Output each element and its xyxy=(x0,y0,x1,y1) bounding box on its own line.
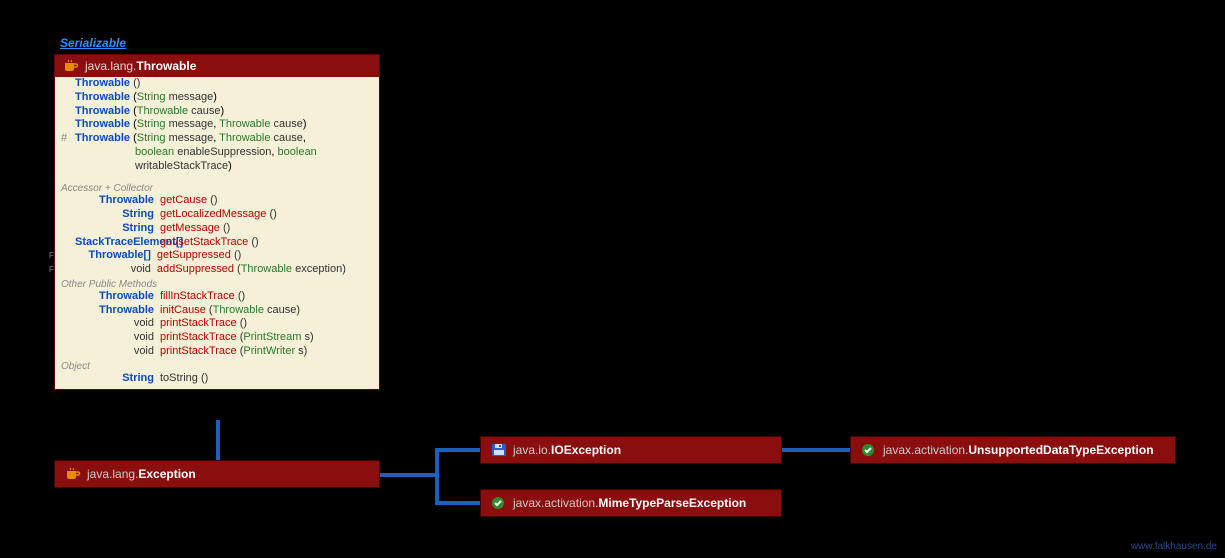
unsupported-pkg: javax.activation. xyxy=(883,443,968,457)
constructor-row: Throwable (Throwable cause) xyxy=(55,105,379,119)
coffee-cup-icon xyxy=(65,467,81,481)
unsupported-name: UnsupportedDataTypeException xyxy=(968,443,1153,457)
section-other: Other Public Methods xyxy=(55,277,379,290)
class-throwable: java.lang.Throwable Throwable ()Throwabl… xyxy=(54,54,380,390)
mimetype-pkg: javax.activation. xyxy=(513,496,598,510)
interface-serializable: Serializable xyxy=(60,36,126,50)
constructor-row: Throwable (String message) xyxy=(55,91,379,105)
class-mimetypeparseexception: javax.activation.MimeTypeParseException xyxy=(480,489,782,517)
section-object: Object xyxy=(55,359,379,372)
constructor-row: #Throwable (String message, Throwable ca… xyxy=(55,132,379,146)
mimetype-name: MimeTypeParseException xyxy=(598,496,746,510)
member-row: FvoidaddSuppressed (Throwable exception) xyxy=(55,263,379,277)
ioexception-pkg: java.io. xyxy=(513,443,551,457)
member-row: ThrowablegetCause () xyxy=(55,194,379,208)
member-row: StringtoString () xyxy=(55,372,379,386)
class-exception: java.lang.Exception xyxy=(54,460,380,488)
watermark: www.falkhausen.de xyxy=(1131,541,1217,552)
constructor-row: Throwable () xyxy=(55,77,379,91)
section-accessor: Accessor + Collector xyxy=(55,181,379,194)
conn-hub-v xyxy=(435,448,439,505)
member-row: StringgetLocalizedMessage () xyxy=(55,208,379,222)
member-row: FThrowable[]getSuppressed () xyxy=(55,249,379,263)
member-row: voidprintStackTrace () xyxy=(55,317,379,331)
conn-io-unsupported xyxy=(780,448,855,452)
member-row: voidprintStackTrace (PrintWriter s) xyxy=(55,345,379,359)
check-circle-icon xyxy=(491,496,507,510)
exception-pkg: java.lang. xyxy=(87,467,138,481)
check-circle-icon xyxy=(861,443,877,457)
conn-hub-io xyxy=(435,448,485,452)
conn-hub-mime xyxy=(435,501,485,505)
member-row: ThrowableinitCause (Throwable cause) xyxy=(55,304,379,318)
class-unsupporteddatatypeexception: javax.activation.UnsupportedDataTypeExce… xyxy=(850,436,1176,464)
floppy-disk-icon xyxy=(491,443,507,457)
exception-name: Exception xyxy=(138,467,195,481)
member-row: StringgetMessage () xyxy=(55,222,379,236)
member-row: voidprintStackTrace (PrintStream s) xyxy=(55,331,379,345)
conn-exception-hub-h xyxy=(379,473,439,477)
constructor-row: Throwable (String message, Throwable cau… xyxy=(55,118,379,132)
ioexception-name: IOException xyxy=(551,443,621,457)
member-row: ThrowablefillInStackTrace () xyxy=(55,290,379,304)
conn-throwable-exception xyxy=(216,420,220,462)
class-throwable-header: java.lang.Throwable xyxy=(55,55,379,77)
constructor-row-cont: boolean enableSuppression, boolean writa… xyxy=(55,146,379,174)
class-ioexception: java.io.IOException xyxy=(480,436,782,464)
member-row: StackTraceElement[]get/setStackTrace () xyxy=(55,236,379,250)
throwable-pkg: java.lang. xyxy=(85,59,136,73)
coffee-cup-icon xyxy=(63,59,79,73)
throwable-name: Throwable xyxy=(136,59,196,73)
